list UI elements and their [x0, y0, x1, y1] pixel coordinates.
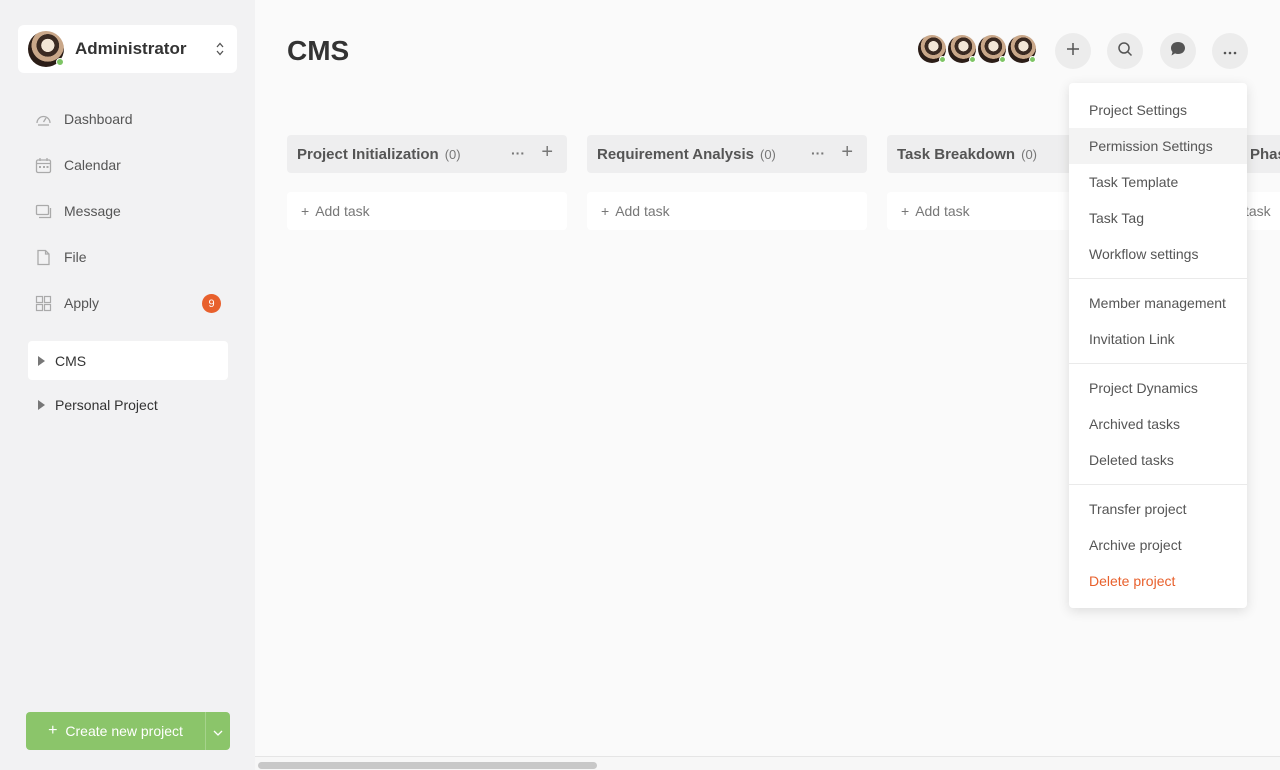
user-name: Administrator — [75, 39, 187, 58]
column-add-icon[interactable]: + — [541, 141, 553, 164]
kanban-column: Requirement Analysis (0) ··· + + Add tas… — [587, 135, 867, 230]
horizontal-scrollbar[interactable] — [255, 756, 1280, 770]
add-task-button[interactable]: + Add task — [587, 192, 867, 230]
member-avatar[interactable] — [946, 33, 978, 65]
sidebar-item-file[interactable]: File — [26, 234, 230, 280]
expand-triangle-icon[interactable] — [38, 355, 45, 366]
sidebar-item-label: Calendar — [64, 157, 121, 173]
column-add-icon[interactable]: + — [841, 141, 853, 164]
dashboard-icon — [35, 111, 52, 128]
add-task-button[interactable]: + Add task — [287, 192, 567, 230]
menu-item-member-management[interactable]: Member management — [1069, 285, 1247, 321]
menu-item-task-template[interactable]: Task Template — [1069, 164, 1247, 200]
add-task-label: Add task — [615, 203, 670, 219]
online-status-dot — [999, 56, 1006, 63]
column-count: (0) — [1021, 146, 1037, 162]
create-project-label: Create new project — [65, 723, 183, 739]
column-title: Project Initialization — [297, 145, 439, 163]
calendar-icon — [35, 157, 52, 174]
kanban-column: Project Initialization (0) ··· + + Add t… — [287, 135, 567, 230]
file-icon — [35, 249, 52, 266]
sidebar-item-message[interactable]: Message — [26, 188, 230, 234]
chevron-up-down-icon — [215, 41, 225, 57]
sidebar-item-apply[interactable]: Apply 9 — [26, 280, 230, 326]
column-title: Phas — [1250, 145, 1280, 163]
project-item-cms[interactable]: CMS — [28, 341, 228, 380]
chevron-down-icon — [213, 723, 223, 739]
member-avatars[interactable] — [916, 33, 1038, 69]
column-header: Requirement Analysis (0) ··· + — [587, 135, 867, 173]
create-project-dropdown[interactable] — [206, 712, 230, 750]
project-label: Personal Project — [55, 396, 158, 413]
menu-item-invitation-link[interactable]: Invitation Link — [1069, 321, 1247, 357]
sidebar-item-label: Apply — [64, 295, 100, 311]
add-task-label: task — [1245, 203, 1271, 219]
sidebar: Administrator Dashboard Calendar Message — [0, 0, 255, 770]
online-status-dot — [56, 58, 64, 66]
expand-triangle-icon[interactable] — [38, 399, 45, 410]
project-options-menu: Project Settings Permission Settings Tas… — [1069, 83, 1247, 608]
project-item-personal[interactable]: Personal Project — [28, 385, 228, 424]
column-header: Project Initialization (0) ··· + — [287, 135, 567, 173]
search-icon — [1117, 41, 1133, 62]
menu-item-project-settings[interactable]: Project Settings — [1069, 92, 1247, 128]
scrollbar-thumb[interactable] — [258, 762, 597, 769]
menu-divider — [1069, 363, 1247, 364]
menu-item-archived-tasks[interactable]: Archived tasks — [1069, 406, 1247, 442]
create-project-button-group: + Create new project — [26, 712, 230, 750]
user-switcher[interactable]: Administrator — [18, 25, 237, 73]
plus-icon: + — [48, 722, 58, 739]
page-title: CMS — [287, 35, 350, 66]
menu-item-task-tag[interactable]: Task Tag — [1069, 200, 1247, 236]
column-more-icon[interactable]: ··· — [811, 145, 825, 161]
project-label: CMS — [55, 352, 87, 369]
plus-icon: + — [901, 203, 910, 219]
member-avatar[interactable] — [976, 33, 1008, 65]
member-avatar[interactable] — [1006, 33, 1038, 65]
menu-item-deleted-tasks[interactable]: Deleted tasks — [1069, 442, 1247, 478]
online-status-dot — [939, 56, 946, 63]
column-count: (0) — [444, 146, 461, 162]
menu-item-project-dynamics[interactable]: Project Dynamics — [1069, 370, 1247, 406]
apply-count-badge: 9 — [202, 294, 221, 313]
message-icon — [35, 203, 52, 220]
more-options-button[interactable] — [1212, 33, 1248, 69]
search-button[interactable] — [1107, 33, 1143, 69]
ellipsis-icon — [1223, 42, 1237, 60]
column-title: Task Breakdown — [897, 145, 1016, 163]
column-count: (0) — [760, 146, 776, 162]
project-list: CMS Personal Project — [28, 341, 228, 429]
menu-item-archive-project[interactable]: Archive project — [1069, 527, 1247, 563]
member-avatar[interactable] — [916, 33, 948, 65]
menu-item-transfer-project[interactable]: Transfer project — [1069, 491, 1247, 527]
sidebar-item-label: Message — [64, 203, 121, 219]
chat-button[interactable] — [1160, 33, 1196, 69]
plus-icon: + — [601, 203, 610, 219]
plus-icon: + — [301, 203, 310, 219]
add-task-label: Add task — [915, 203, 970, 219]
sidebar-item-label: File — [64, 249, 87, 265]
add-task-label: Add task — [315, 203, 370, 219]
sidebar-item-label: Dashboard — [64, 111, 133, 127]
menu-item-permission-settings[interactable]: Permission Settings — [1069, 128, 1247, 164]
apply-icon — [35, 295, 52, 312]
sidebar-nav: Dashboard Calendar Message File Apply 9 — [26, 96, 230, 326]
menu-divider — [1069, 484, 1247, 485]
menu-item-workflow-settings[interactable]: Workflow settings — [1069, 236, 1247, 272]
column-more-icon[interactable]: ··· — [511, 145, 525, 161]
user-avatar — [28, 31, 64, 67]
online-status-dot — [1029, 56, 1036, 63]
plus-icon — [1066, 42, 1080, 61]
sidebar-item-calendar[interactable]: Calendar — [26, 142, 230, 188]
menu-divider — [1069, 278, 1247, 279]
create-project-button[interactable]: + Create new project — [26, 712, 206, 750]
online-status-dot — [969, 56, 976, 63]
add-button[interactable] — [1055, 33, 1091, 69]
sidebar-item-dashboard[interactable]: Dashboard — [26, 96, 230, 142]
column-title: Requirement Analysis — [597, 145, 754, 163]
chat-icon — [1169, 40, 1187, 63]
menu-item-delete-project[interactable]: Delete project — [1069, 563, 1247, 599]
